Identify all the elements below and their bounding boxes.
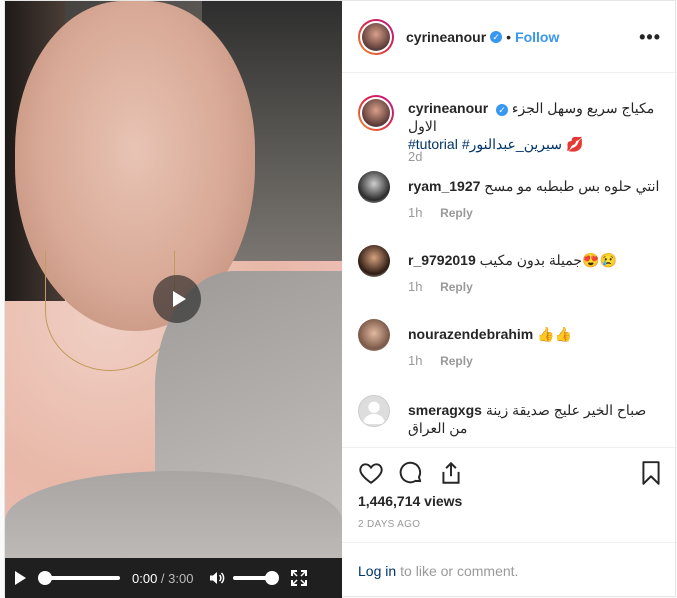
comment-meta: 1h Reply — [408, 205, 473, 220]
comment-username[interactable]: nourazendebrahim — [408, 326, 533, 342]
video-controls: 0:00 / 3:00 — [5, 558, 342, 598]
comments-list: cyrineanour ✓ مكياج سريع وسهل الجزء الاو… — [342, 73, 677, 447]
caption-meta: 2d — [408, 149, 422, 164]
seek-knob[interactable] — [38, 571, 52, 585]
comment-username[interactable]: smeragxgs — [408, 402, 482, 418]
separator-dot: • — [506, 28, 512, 45]
login-bar: Log in to like or comment. — [342, 542, 677, 598]
login-text: to like or comment. — [400, 562, 519, 579]
video-frame-top-lower — [5, 471, 342, 571]
comment-text: 👍👍 — [537, 326, 573, 342]
author-avatar[interactable] — [358, 18, 394, 55]
seek-bar[interactable] — [38, 571, 120, 585]
comment-meta: 1h Reply — [408, 279, 473, 294]
caption-emoji: 💋 — [565, 136, 584, 152]
comment-meta: 1h Reply — [408, 353, 473, 368]
comment-text: جميلة بدون مكيب😍😢 — [479, 252, 617, 268]
post: 0:00 / 3:00 cyrineanour ✓ • Follow ••• c… — [4, 0, 677, 598]
caption-body: cyrineanour ✓ مكياج سريع وسهل الجزء الاو… — [408, 99, 663, 153]
bookmark-icon[interactable] — [638, 460, 664, 486]
reply-button[interactable]: Reply — [440, 280, 473, 294]
control-play-icon[interactable] — [15, 571, 26, 585]
comment-username[interactable]: r_9792019 — [408, 252, 476, 268]
reply-button[interactable]: Reply — [440, 354, 473, 368]
follow-button[interactable]: Follow — [515, 29, 559, 45]
comment-body: nourazendebrahim 👍👍 — [408, 325, 663, 343]
verified-icon: ✓ — [490, 30, 503, 43]
comment-text: انتي حلوه بس طبطبه مو مسح — [484, 178, 660, 194]
view-count[interactable]: 1,446,714 views — [358, 493, 462, 509]
comment-body: smeragxgs صباح الخير عليج صديقة زينة من … — [408, 401, 663, 437]
time-separator: / — [157, 570, 169, 586]
comment-icon[interactable] — [398, 460, 424, 486]
center-play-button[interactable] — [153, 275, 201, 323]
post-sidebar: cyrineanour ✓ • Follow ••• cyrineanour ✓… — [342, 1, 677, 598]
time-display: 0:00 / 3:00 — [132, 571, 193, 586]
volume-slider[interactable] — [233, 571, 280, 585]
avatar[interactable] — [358, 395, 390, 427]
action-bar — [342, 447, 677, 497]
avatar[interactable] — [358, 319, 390, 351]
heart-icon[interactable] — [358, 460, 384, 486]
comment-username[interactable]: ryam_1927 — [408, 178, 480, 194]
avatar[interactable] — [358, 171, 390, 203]
fullscreen-icon[interactable] — [291, 570, 308, 586]
comment-body: ryam_1927 انتي حلوه بس طبطبه مو مسح — [408, 177, 663, 195]
verified-icon: ✓ — [496, 104, 509, 116]
post-date[interactable]: 2 DAYS AGO — [358, 519, 420, 530]
caption-age: 2d — [408, 149, 423, 164]
caption-username[interactable]: cyrineanour — [408, 100, 488, 116]
login-link[interactable]: Log in — [358, 563, 396, 579]
comment-age: 1h — [408, 205, 423, 220]
caption-avatar[interactable] — [358, 95, 394, 131]
comment-age: 1h — [408, 279, 423, 294]
share-icon[interactable] — [438, 460, 464, 486]
post-header: cyrineanour ✓ • Follow ••• — [342, 1, 677, 73]
video-player[interactable]: 0:00 / 3:00 — [5, 1, 342, 598]
caption-hashtag-name[interactable]: #سيرين_عبدالنور — [462, 135, 562, 153]
volume-icon[interactable] — [209, 570, 225, 586]
time-current: 0:00 — [132, 570, 158, 586]
time-duration: 3:00 — [168, 570, 194, 586]
author-username[interactable]: cyrineanour — [406, 29, 486, 45]
comment-body: r_9792019 جميلة بدون مكيب😍😢 — [408, 251, 663, 269]
play-icon — [172, 291, 186, 307]
volume-knob[interactable] — [265, 571, 280, 585]
avatar[interactable] — [358, 245, 390, 277]
reply-button[interactable]: Reply — [440, 206, 473, 220]
more-icon[interactable]: ••• — [639, 27, 661, 48]
comment-age: 1h — [408, 353, 423, 368]
default-avatar-icon — [362, 401, 386, 425]
